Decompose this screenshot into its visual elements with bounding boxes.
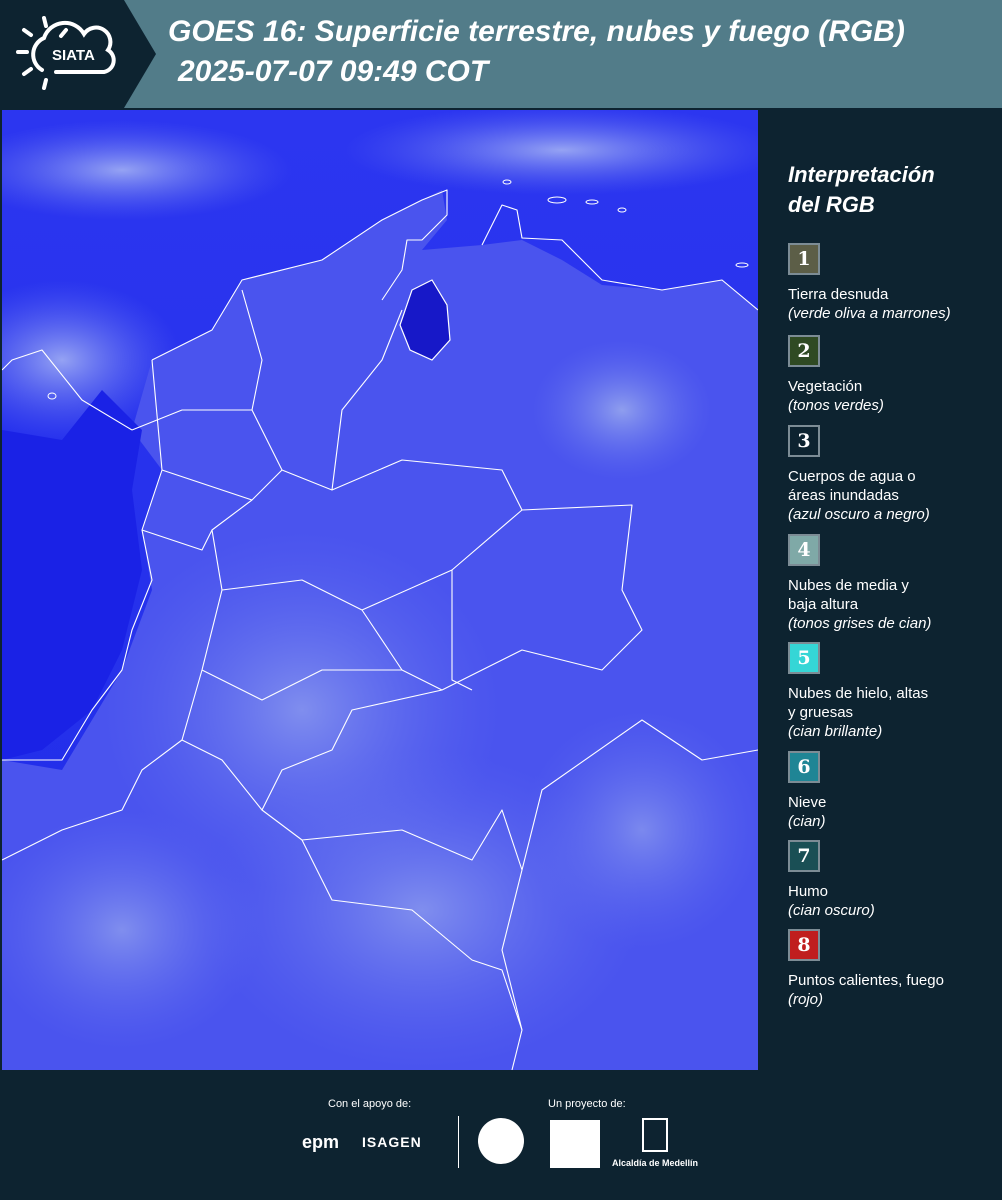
siata-logo-panel: SIATA bbox=[0, 0, 156, 108]
legend-item-8: 8 Puntos calientes, fuego (rojo) bbox=[788, 929, 993, 1009]
legend-item-note: (tonos grises de cian) bbox=[788, 615, 932, 632]
map-canvas bbox=[2, 110, 758, 1070]
header-bar: SIATA GOES 16: Superficie terrestre, nub… bbox=[0, 0, 1002, 108]
legend-item-label: Cuerpos de agua o áreas inundadas bbox=[788, 468, 916, 504]
legend-item-1: 1 Tierra desnuda (verde oliva a marrones) bbox=[788, 243, 993, 323]
legend-item-label: Nubes de media y baja altura bbox=[788, 577, 909, 613]
legend-item-7: 7 Humo (cian oscuro) bbox=[788, 840, 993, 920]
legend-swatch: 8 bbox=[788, 929, 820, 961]
project-label: Un proyecto de: bbox=[548, 1098, 626, 1110]
legend-item-note: (cian) bbox=[788, 813, 826, 830]
legend-item-note: (tonos verdes) bbox=[788, 397, 884, 414]
satellite-map[interactable] bbox=[2, 110, 758, 1070]
university-seal-icon bbox=[478, 1118, 524, 1164]
legend-swatch: 5 bbox=[788, 642, 820, 674]
legend-item-label: Humo bbox=[788, 883, 829, 900]
legend-item-note: (azul oscuro a negro) bbox=[788, 506, 930, 523]
legend-item-6: 6 Nieve (cian) bbox=[788, 751, 993, 831]
legend-swatch: 2 bbox=[788, 335, 820, 367]
legend-item-note: (rojo) bbox=[788, 991, 824, 1008]
footer: Con el apoyo de: Un proyecto de: epm ISA… bbox=[0, 1070, 1002, 1200]
legend-item-note: (cian brillante) bbox=[788, 723, 883, 740]
legend-title: Interpretación del RGB bbox=[788, 160, 993, 220]
legend-swatch: 7 bbox=[788, 840, 820, 872]
legend-item-2: 2 Vegetación (tonos verdes) bbox=[788, 335, 993, 415]
legend-item-label: Puntos calientes, fuego bbox=[788, 972, 944, 989]
legend-title-line2: del RGB bbox=[788, 192, 875, 217]
legend-item-note: (verde oliva a marrones) bbox=[788, 305, 951, 322]
rgb-legend: Interpretación del RGB bbox=[788, 160, 993, 240]
legend-swatch: 6 bbox=[788, 751, 820, 783]
legend-title-line1: Interpretación bbox=[788, 162, 935, 187]
legend-item-note: (cian oscuro) bbox=[788, 902, 875, 919]
legend-swatch: 4 bbox=[788, 534, 820, 566]
isagen-logo: ISAGEN bbox=[362, 1134, 422, 1150]
area-metropolitana-logo bbox=[550, 1120, 600, 1168]
alcaldia-label: Alcaldía de Medellín bbox=[612, 1158, 699, 1168]
legend-item-5: 5 Nubes de hielo, altas y gruesas (cian br… bbox=[788, 642, 993, 741]
legend-swatch: 1 bbox=[788, 243, 820, 275]
epm-logo: epm bbox=[302, 1132, 340, 1152]
page-title: GOES 16: Superficie terrestre, nubes y f… bbox=[168, 15, 905, 48]
legend-item-label: Nubes de hielo, altas y gruesas bbox=[788, 685, 929, 721]
footer-divider bbox=[458, 1116, 459, 1168]
legend-item-label: Tierra desnuda bbox=[788, 286, 889, 303]
legend-swatch: 3 bbox=[788, 425, 820, 457]
legend-item-label: Vegetación bbox=[788, 378, 863, 395]
timestamp: 2025-07-07 09:49 COT bbox=[178, 55, 489, 88]
legend-item-4: 4 Nubes de media y baja altura (tonos gris… bbox=[788, 534, 993, 633]
legend-item-3: 3 Cuerpos de agua o áreas inundadas (azul … bbox=[788, 425, 993, 524]
legend-item-label: Nieve bbox=[788, 794, 827, 811]
alcaldia-shield-icon bbox=[642, 1118, 668, 1152]
siata-logo-text: SIATA bbox=[52, 47, 95, 64]
support-label: Con el apoyo de: bbox=[328, 1098, 412, 1110]
